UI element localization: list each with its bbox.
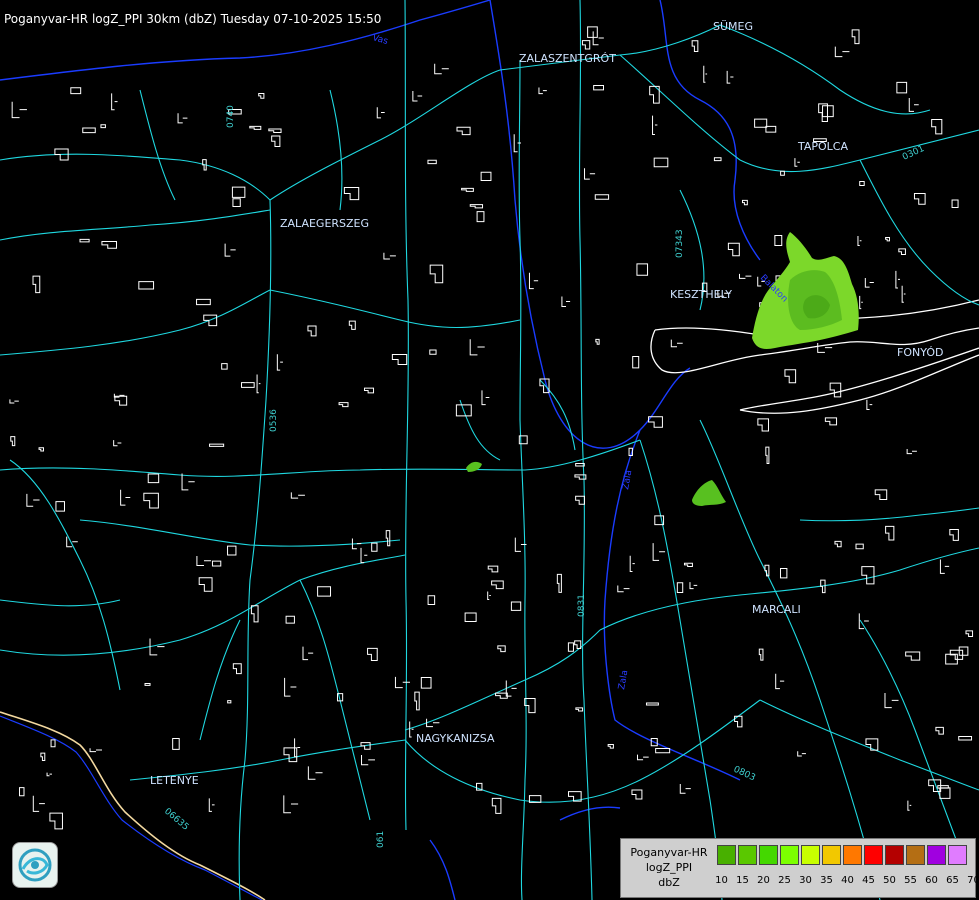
- road-label: 0740: [226, 105, 236, 128]
- legend-tick: 20: [757, 875, 770, 886]
- legend-swatch: [717, 845, 736, 865]
- dbz-legend: Poganyvar-HR logZ_PPI dbZ 10 15 20 25 30 35 40…: [620, 838, 979, 898]
- legend-swatch: [885, 845, 904, 865]
- legend-tick: 30: [799, 875, 812, 886]
- legend-product: logZ_PPI: [645, 861, 693, 874]
- legend-swatch: [843, 845, 862, 865]
- radar-map: SÜMEG ZALASZENTGRÓT TAPOLCA ZALAEGERSZEG…: [0, 0, 979, 900]
- town-label-keszthely: KESZTHELY: [670, 288, 732, 301]
- road-label: 061: [376, 831, 386, 848]
- town-label-sumeg: SÜMEG: [713, 20, 753, 33]
- town-label-nagykanizsa: NAGYKANIZSA: [416, 732, 495, 745]
- legend-source: Poganyvar-HR: [630, 846, 708, 859]
- legend-tick: 65: [946, 875, 959, 886]
- town-label-zalaegerszeg: ZALAEGERSZEG: [280, 217, 369, 230]
- legend-tick: 10: [715, 875, 728, 886]
- radar-header-title: Poganyvar-HR logZ_PPI 30km (dbZ) Tuesday…: [4, 12, 382, 26]
- legend-labels: Poganyvar-HR logZ_PPI dbZ: [625, 845, 713, 890]
- legend-unit: dbZ: [658, 876, 680, 889]
- legend-tick: 60: [925, 875, 938, 886]
- legend-swatch: [801, 845, 820, 865]
- radar-logo: [12, 842, 58, 888]
- legend-swatch: [759, 845, 778, 865]
- town-label-fonyod: FONYÓD: [897, 346, 943, 359]
- road-label: 0536: [269, 409, 279, 432]
- legend-tick: 50: [883, 875, 896, 886]
- legend-swatch: [822, 845, 841, 865]
- legend-ticks: 10 15 20 25 30 35 40 45 50 55 60 65 70: [711, 875, 979, 886]
- legend-tick: 15: [736, 875, 749, 886]
- road-label: 0831: [577, 594, 587, 617]
- legend-swatch: [864, 845, 883, 865]
- legend-swatch: [948, 845, 967, 865]
- town-label-zalaszentgrot: ZALASZENTGRÓT: [519, 52, 616, 65]
- legend-tick: 55: [904, 875, 917, 886]
- legend-swatches: [717, 845, 969, 865]
- legend-tick: 35: [820, 875, 833, 886]
- legend-swatch: [927, 845, 946, 865]
- town-label-marcali: MARCALI: [752, 603, 801, 616]
- legend-swatch: [780, 845, 799, 865]
- legend-swatch: [906, 845, 925, 865]
- legend-tick: 25: [778, 875, 791, 886]
- legend-tick: 70: [967, 875, 979, 886]
- legend-swatch: [738, 845, 757, 865]
- town-label-letenye: LETENYE: [150, 774, 199, 787]
- road-label: 07343: [675, 229, 685, 258]
- legend-tick: 45: [862, 875, 875, 886]
- town-label-tapolca: TAPOLCA: [797, 140, 848, 153]
- legend-tick: 40: [841, 875, 854, 886]
